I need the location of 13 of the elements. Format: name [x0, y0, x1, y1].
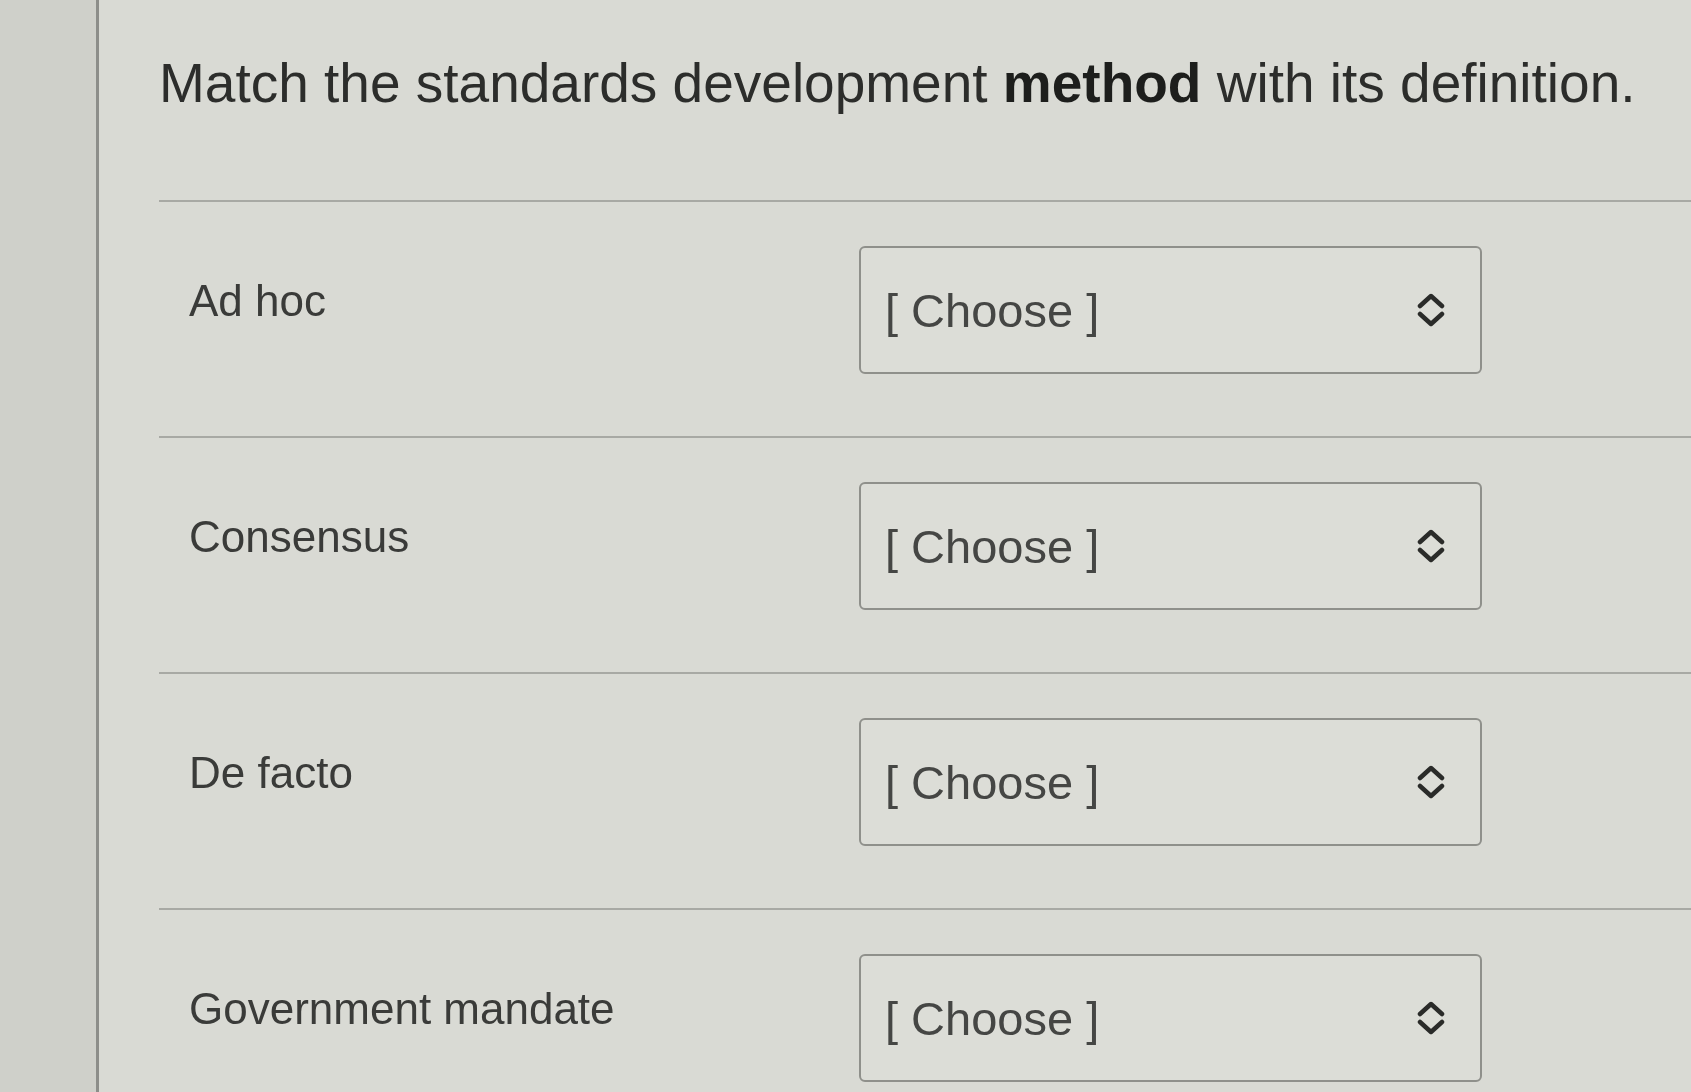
- up-down-chevron-icon: [1416, 1001, 1446, 1035]
- up-down-chevron-icon: [1416, 529, 1446, 563]
- question-title: Match the standards development method with its definition.: [159, 51, 1636, 116]
- definition-select[interactable]: [ Choose ]: [859, 246, 1482, 374]
- up-down-chevron-icon: [1416, 293, 1446, 327]
- term-label: De facto: [189, 747, 354, 798]
- definition-select[interactable]: [ Choose ]: [859, 482, 1482, 610]
- definition-select[interactable]: [ Choose ]: [859, 718, 1482, 846]
- up-down-chevron-icon: [1416, 765, 1446, 799]
- term-label: Government mandate: [189, 983, 616, 1034]
- term-label: Consensus: [189, 511, 411, 562]
- definition-select[interactable]: [ Choose ]: [859, 954, 1482, 1082]
- term-label: Ad hoc: [189, 275, 327, 326]
